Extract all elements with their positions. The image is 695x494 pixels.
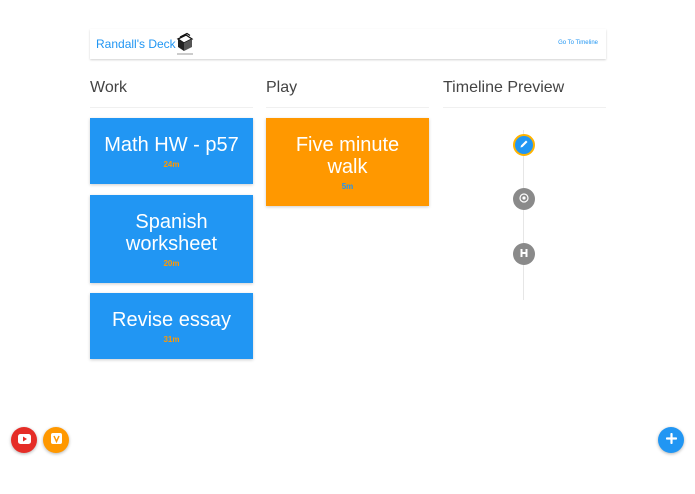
task-card-spanish-worksheet[interactable]: Spanish worksheet 20m <box>90 195 253 283</box>
column-title-timeline: Timeline Preview <box>443 79 606 108</box>
target-icon <box>519 190 529 208</box>
task-card-five-minute-walk[interactable]: Five minute walk 5m <box>266 118 429 206</box>
add-button[interactable] <box>658 427 684 453</box>
app-header: Randall's Deck Go To Timeline <box>90 29 606 59</box>
column-title-work: Work <box>90 79 253 108</box>
timeline-node[interactable] <box>513 243 535 265</box>
deck-logo-icon <box>175 32 195 56</box>
task-card-title: Five minute walk <box>295 133 400 178</box>
flag-icon <box>519 245 529 263</box>
task-card-math-hw[interactable]: Math HW - p57 24m <box>90 118 253 184</box>
vine-button[interactable] <box>43 427 69 453</box>
deck-title[interactable]: Randall's Deck <box>96 37 176 51</box>
go-to-timeline-link[interactable]: Go To Timeline <box>558 40 598 46</box>
column-title-play: Play <box>266 79 429 108</box>
youtube-icon <box>17 431 31 449</box>
task-card-duration: 20m <box>163 258 180 268</box>
task-card-title: Math HW - p57 <box>104 133 239 156</box>
youtube-button[interactable] <box>11 427 37 453</box>
plus-icon <box>665 431 677 449</box>
vine-icon <box>50 431 62 449</box>
timeline-node[interactable] <box>513 188 535 210</box>
timeline-node-active[interactable] <box>513 134 535 156</box>
pencil-icon <box>519 136 529 154</box>
task-card-duration: 5m <box>341 181 354 191</box>
task-card-duration: 24m <box>163 159 180 169</box>
task-card-title: Revise essay <box>112 308 231 331</box>
task-card-duration: 31m <box>163 334 180 344</box>
task-card-revise-essay[interactable]: Revise essay 31m <box>90 293 253 359</box>
task-card-title: Spanish worksheet <box>125 210 218 255</box>
